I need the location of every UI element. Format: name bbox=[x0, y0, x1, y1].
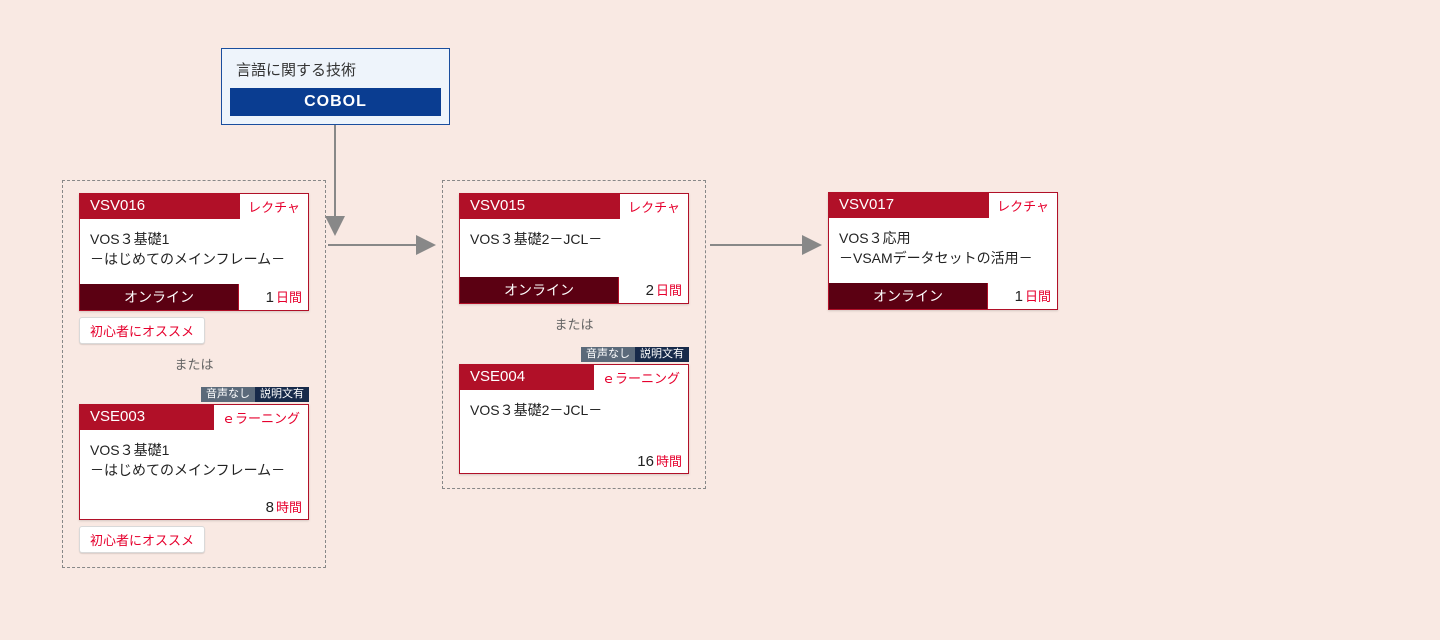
course-code: VSE003 bbox=[80, 405, 213, 430]
or-label: または bbox=[79, 354, 309, 373]
course-duration: 1 日間 bbox=[987, 283, 1057, 309]
course-code: VSE004 bbox=[460, 365, 593, 390]
course-title: VOS３基礎2－JCL－ bbox=[460, 219, 688, 277]
audio-tags: 音声なし 説明文有 bbox=[79, 387, 309, 402]
course-type: レクチャ bbox=[988, 193, 1057, 218]
course-code: VSV017 bbox=[829, 193, 988, 218]
course-card-vsv017[interactable]: VSV017 レクチャ VOS３応用 －VSAMデータセットの活用－ オンライン… bbox=[828, 192, 1058, 310]
course-group-2: VSV015 レクチャ VOS３基礎2－JCL－ オンライン 2 日間 または … bbox=[442, 180, 706, 489]
or-label: または bbox=[459, 314, 689, 333]
course-type: ｅラーニング bbox=[213, 405, 308, 430]
course-type: ｅラーニング bbox=[593, 365, 688, 390]
language-tech-title: 言語に関する技術 bbox=[230, 57, 441, 88]
course-group-1: VSV016 レクチャ VOS３基礎1 －はじめてのメインフレーム－ オンライン… bbox=[62, 180, 326, 568]
course-card-vsv017-wrap: VSV017 レクチャ VOS３応用 －VSAMデータセットの活用－ オンライン… bbox=[828, 192, 1058, 310]
course-title: VOS３基礎2－JCL－ bbox=[460, 390, 688, 448]
course-card-vse003[interactable]: VSE003 ｅラーニング VOS３基礎1 －はじめてのメインフレーム－ 8 時… bbox=[79, 404, 309, 521]
course-card-vsv016[interactable]: VSV016 レクチャ VOS３基礎1 －はじめてのメインフレーム－ オンライン… bbox=[79, 193, 309, 311]
course-duration: 8 時間 bbox=[80, 494, 308, 519]
course-mode: オンライン bbox=[829, 283, 987, 309]
course-type: レクチャ bbox=[239, 194, 308, 219]
course-duration: 16 時間 bbox=[460, 448, 688, 473]
course-card-vse004[interactable]: VSE004 ｅラーニング VOS３基礎2－JCL－ 16 時間 bbox=[459, 364, 689, 474]
language-tech-bar: COBOL bbox=[230, 88, 441, 116]
course-code: VSV015 bbox=[460, 194, 619, 219]
course-title: VOS３応用 －VSAMデータセットの活用－ bbox=[829, 218, 1057, 283]
audio-tags: 音声なし 説明文有 bbox=[459, 347, 689, 362]
course-card-vsv015[interactable]: VSV015 レクチャ VOS３基礎2－JCL－ オンライン 2 日間 bbox=[459, 193, 689, 304]
course-duration: 1 日間 bbox=[238, 284, 308, 310]
course-mode: オンライン bbox=[80, 284, 238, 310]
recommend-badge: 初心者にオススメ bbox=[79, 317, 205, 344]
course-type: レクチャ bbox=[619, 194, 688, 219]
recommend-badge: 初心者にオススメ bbox=[79, 526, 205, 553]
course-duration: 2 日間 bbox=[618, 277, 688, 303]
course-title: VOS３基礎1 －はじめてのメインフレーム－ bbox=[80, 219, 308, 284]
course-mode: オンライン bbox=[460, 277, 618, 303]
course-code: VSV016 bbox=[80, 194, 239, 219]
course-title: VOS３基礎1 －はじめてのメインフレーム－ bbox=[80, 430, 308, 495]
language-tech-box: 言語に関する技術 COBOL bbox=[221, 48, 450, 125]
